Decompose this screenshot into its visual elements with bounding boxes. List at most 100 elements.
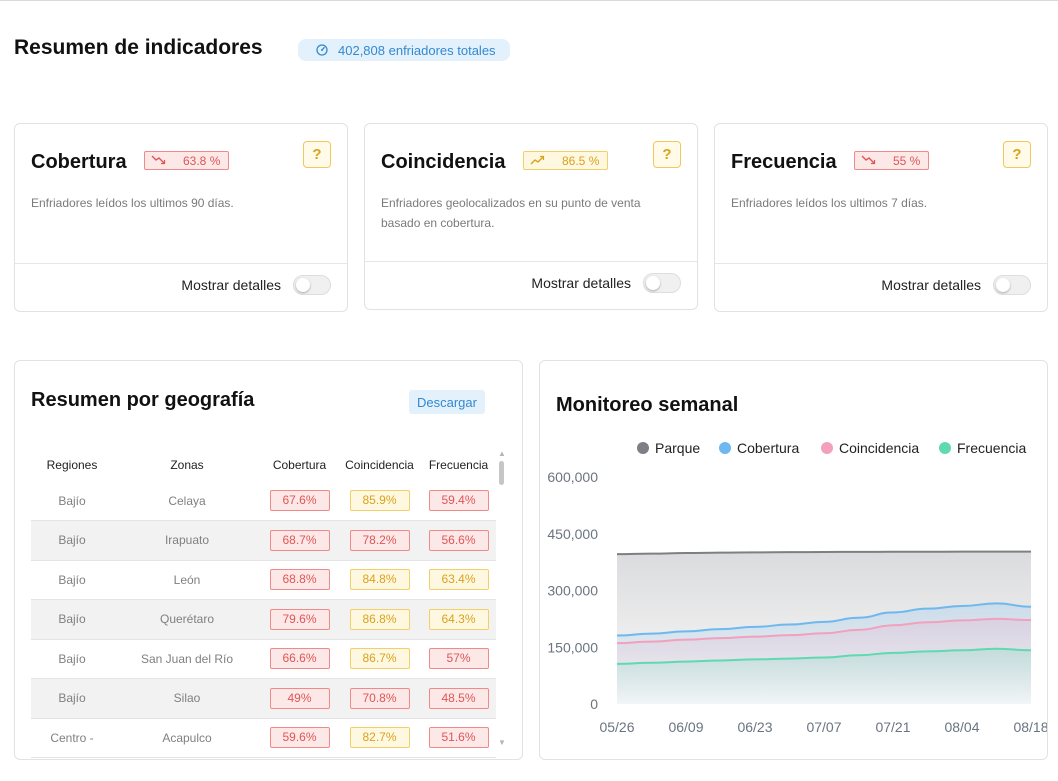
- column-header-zonas[interactable]: Zonas: [113, 449, 261, 481]
- kpi-trend-badge: 55 %: [854, 151, 930, 170]
- cobertura-cell: 67.6%: [261, 481, 338, 521]
- zone-cell: Acapulco: [113, 718, 261, 758]
- help-button[interactable]: ?: [1003, 141, 1031, 168]
- zone-cell: San Juan del Río: [113, 639, 261, 679]
- scroll-thumb[interactable]: [499, 461, 504, 485]
- region-cell: Bajío: [31, 520, 113, 561]
- geography-table: Regiones Zonas Cobertura Coincidencia Fr…: [31, 449, 496, 758]
- kpi-value: 86.5 %: [562, 153, 600, 168]
- table-row[interactable]: Bajío Querétaro 79.6% 86.8% 64.3%: [31, 599, 496, 640]
- cobertura-cell: 68.8%: [261, 560, 338, 600]
- details-toggle-label: Mostrar detalles: [531, 275, 631, 291]
- divider: [365, 261, 697, 262]
- zone-cell: Celaya: [113, 481, 261, 521]
- weekly-monitoring-card: Monitoreo semanal 600,000 450,000 300,000 1…: [539, 360, 1048, 760]
- help-button[interactable]: ?: [653, 141, 681, 168]
- table-row[interactable]: Centro - Acapulco 59.6% 82.7% 51.6%: [31, 718, 496, 758]
- kpi-description: Enfriadores leídos los ultimos 90 días.: [31, 196, 234, 210]
- metric-pill: 56.6%: [428, 529, 489, 551]
- kpi-card-cobertura: Cobertura 63.8 % ? Enfriadores leídos lo…: [14, 123, 348, 312]
- frecuencia-cell: 48.5%: [421, 678, 496, 719]
- kpi-title: Frecuencia: [731, 151, 837, 173]
- column-header-cobertura[interactable]: Cobertura: [261, 449, 338, 481]
- legend-label-coincidencia: Coincidencia: [839, 440, 919, 456]
- frecuencia-cell: 57%: [421, 639, 496, 679]
- divider: [15, 263, 347, 264]
- metric-pill: 85.9%: [349, 490, 410, 511]
- metric-pill: 57%: [428, 648, 489, 670]
- legend-marker-parque: [637, 442, 649, 454]
- details-toggle-row: Mostrar detalles: [881, 275, 1031, 295]
- coincidencia-cell: 82.7%: [338, 718, 421, 758]
- column-header-coincidencia[interactable]: Coincidencia: [338, 449, 421, 481]
- kpi-value: 63.8 %: [183, 153, 221, 168]
- zone-cell: Silao: [113, 678, 261, 719]
- column-header-frecuencia[interactable]: Frecuencia: [421, 449, 496, 481]
- metric-pill: 63.4%: [428, 569, 489, 591]
- metric-pill: 79.6%: [269, 608, 330, 630]
- help-button[interactable]: ?: [303, 141, 331, 168]
- frecuencia-cell: 56.6%: [421, 520, 496, 561]
- y-tick-label: 450,000: [547, 526, 598, 542]
- legend-marker-frecuencia: [939, 442, 951, 454]
- metric-pill: 51.6%: [428, 727, 489, 749]
- x-tick-label: 05/26: [599, 719, 634, 735]
- trend-up-icon: [530, 154, 546, 168]
- download-button[interactable]: Descargar: [409, 390, 485, 414]
- legend-label-cobertura: Cobertura: [737, 440, 799, 456]
- coincidencia-cell: 70.8%: [338, 678, 421, 719]
- y-tick-label: 0: [590, 696, 598, 712]
- details-toggle[interactable]: [643, 273, 681, 293]
- table-scrollbar[interactable]: ▲ ▼: [496, 449, 506, 751]
- zone-cell: Irapuato: [113, 520, 261, 561]
- details-toggle-label: Mostrar detalles: [881, 277, 981, 293]
- column-header-regiones[interactable]: Regiones: [31, 449, 113, 481]
- metric-pill: 86.8%: [349, 608, 410, 630]
- cobertura-cell: 59.6%: [261, 718, 338, 758]
- geography-summary-card: Resumen por geografía Descargar Regiones…: [14, 360, 523, 760]
- x-tick-label: 08/04: [944, 719, 979, 735]
- coincidencia-cell: 78.2%: [338, 520, 421, 561]
- kpi-title: Coincidencia: [381, 151, 506, 173]
- x-tick-label: 07/21: [875, 719, 910, 735]
- metric-pill: 68.7%: [269, 529, 330, 551]
- cobertura-cell: 79.6%: [261, 599, 338, 640]
- scroll-up-arrow-icon[interactable]: ▲: [498, 449, 506, 458]
- x-tick-label: 07/07: [806, 719, 841, 735]
- metric-pill: 70.8%: [349, 687, 410, 709]
- details-toggle[interactable]: [993, 275, 1031, 295]
- table-row[interactable]: Bajío Irapuato 68.7% 78.2% 56.6%: [31, 520, 496, 561]
- table-row[interactable]: Bajío Celaya 67.6% 85.9% 59.4%: [31, 481, 496, 521]
- kpi-trend-badge: 86.5 %: [523, 151, 609, 170]
- zone-cell: León: [113, 560, 261, 600]
- table-row[interactable]: Bajío León 68.8% 84.8% 63.4%: [31, 560, 496, 600]
- gauge-icon: [316, 44, 328, 56]
- total-coolers-text: 402,808 enfriadores totales: [338, 42, 496, 58]
- table-row[interactable]: Bajío Silao 49% 70.8% 48.5%: [31, 678, 496, 719]
- metric-pill: 48.5%: [428, 687, 489, 709]
- scroll-down-arrow-icon[interactable]: ▼: [498, 738, 506, 747]
- metric-pill: 84.8%: [349, 569, 410, 591]
- legend-label-parque: Parque: [655, 440, 700, 456]
- kpi-trend-badge: 63.8 %: [144, 151, 230, 170]
- legend-marker-cobertura: [719, 442, 731, 454]
- kpi-card-coincidencia: Coincidencia 86.5 % ? Enfriadores geoloc…: [364, 123, 698, 310]
- kpi-description: Enfriadores leídos los ultimos 7 días.: [731, 196, 928, 210]
- kpi-value: 55 %: [893, 153, 921, 168]
- table-row[interactable]: Bajío San Juan del Río 66.6% 86.7% 57%: [31, 639, 496, 679]
- trend-down-icon: [151, 154, 167, 168]
- y-tick-label: 600,000: [547, 469, 598, 485]
- table-header-row: Regiones Zonas Cobertura Coincidencia Fr…: [31, 449, 496, 481]
- trend-down-icon: [861, 154, 877, 168]
- y-tick-label: 300,000: [547, 583, 598, 599]
- frecuencia-cell: 59.4%: [421, 481, 496, 521]
- page-title: Resumen de indicadores: [14, 36, 263, 59]
- x-tick-label: 08/18: [1013, 719, 1047, 735]
- metric-pill: 67.6%: [269, 490, 330, 511]
- details-toggle[interactable]: [293, 275, 331, 295]
- frecuencia-cell: 63.4%: [421, 560, 496, 600]
- x-tick-label: 06/23: [737, 719, 772, 735]
- geography-title: Resumen por geografía: [31, 389, 255, 411]
- coincidencia-cell: 85.9%: [338, 481, 421, 521]
- metric-pill: 78.2%: [349, 529, 410, 551]
